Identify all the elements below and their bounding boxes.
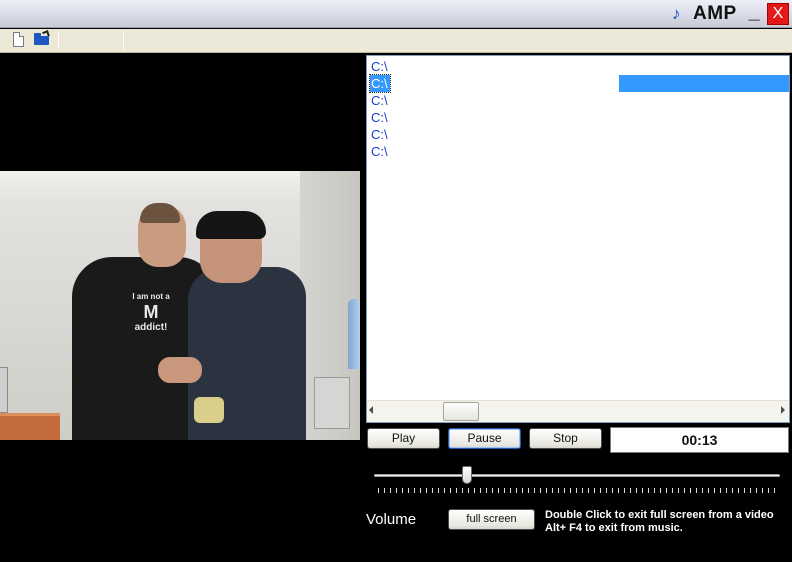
playlist-item-selected[interactable]: C:\: [369, 74, 391, 93]
open-folder-icon[interactable]: [34, 30, 50, 45]
playlist-item[interactable]: C:\: [370, 143, 390, 160]
seek-slider-thumb[interactable]: [462, 466, 473, 484]
minimize-button[interactable]: _: [745, 0, 763, 26]
full-screen-button[interactable]: full screen: [448, 509, 535, 530]
hint-fullscreen-exit: Double Click to exit full screen from a …: [545, 509, 774, 521]
seek-slider-ticks: [378, 488, 778, 493]
scroll-thumb[interactable]: [443, 402, 479, 421]
scroll-left-icon[interactable]: [369, 406, 373, 414]
video-person-left-hair: [140, 203, 180, 223]
pause-button[interactable]: Pause: [448, 428, 521, 449]
video-display[interactable]: I am not a M addict!: [0, 171, 360, 440]
seek-slider-track[interactable]: [374, 474, 780, 477]
amp-window: ♪ AMP _ X I am not a M addict! C:\ C:\ C…: [0, 0, 792, 562]
play-button[interactable]: Play: [367, 428, 440, 449]
hint-music-exit: Alt+ F4 to exit from music.: [545, 522, 683, 534]
elapsed-time-display: 00:13: [610, 427, 789, 453]
playlist-horizontal-scrollbar[interactable]: [367, 400, 789, 422]
toolbar-separator: [123, 31, 124, 50]
video-handshake: [158, 357, 202, 383]
title-bar[interactable]: ♪ AMP _ X: [0, 0, 792, 28]
video-water-cooler: [348, 299, 360, 369]
video-person-right-hair: [196, 211, 266, 239]
close-button[interactable]: X: [767, 3, 789, 25]
playlist-item[interactable]: C:\: [370, 92, 390, 109]
playlist-item[interactable]: C:\: [370, 126, 390, 143]
volume-label: Volume: [366, 511, 417, 528]
playlist-selection-highlight: [619, 75, 789, 92]
toolbar: [0, 29, 792, 53]
scroll-right-icon[interactable]: [781, 406, 785, 414]
playlist-item[interactable]: C:\: [370, 109, 390, 126]
video-monitor: [0, 367, 8, 413]
music-note-icon: ♪: [672, 4, 681, 23]
playlist-item[interactable]: C:\: [370, 58, 390, 75]
video-desk: [0, 413, 60, 440]
video-monitor: [314, 377, 350, 429]
window-title: AMP: [693, 3, 737, 24]
playlist[interactable]: C:\ C:\ C:\ C:\ C:\ C:\: [366, 55, 790, 423]
video-shirt-print: I am not a M addict!: [132, 292, 170, 333]
video-bottle: [194, 397, 224, 423]
new-file-icon[interactable]: [13, 32, 24, 47]
stop-button[interactable]: Stop: [529, 428, 602, 449]
toolbar-separator: [58, 32, 59, 49]
